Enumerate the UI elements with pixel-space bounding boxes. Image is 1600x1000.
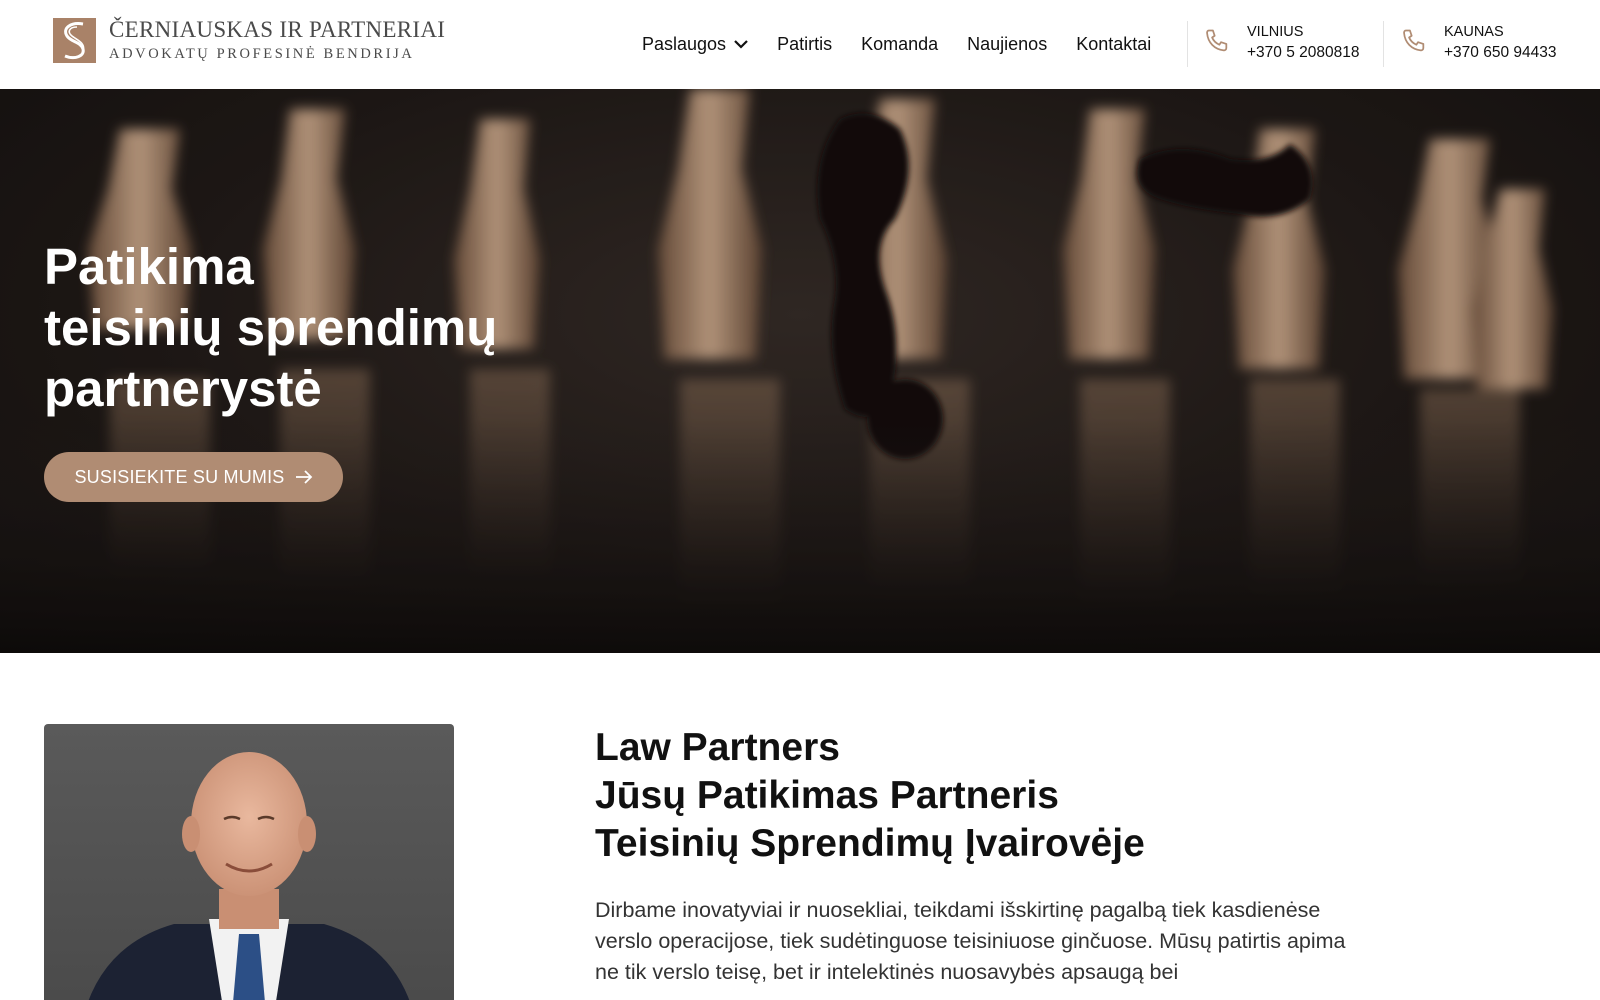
nav-item-label: Kontaktai [1076, 33, 1152, 54]
brand-name: ČERNIAUSKAS IR PARTNERIAI [109, 17, 446, 42]
arrow-right-icon [295, 470, 313, 484]
nav-item-patirtis[interactable]: Patirtis [777, 34, 832, 55]
main-nav: Paslaugos Patirtis Komanda Naujienos Kon… [642, 32, 1151, 56]
site-header: ČERNIAUSKAS IR PARTNERIAI ADVOKATŲ PROFE… [0, 0, 1600, 89]
contact-kaunas[interactable]: KAUNAS +370 650 94433 [1400, 22, 1557, 64]
contact-vilnius[interactable]: VILNIUS +370 5 2080818 [1203, 22, 1360, 64]
about-paragraph: Dirbame inovatyviai ir nuosekliai, teikd… [595, 898, 1346, 984]
chevron-down-icon [734, 39, 748, 49]
nav-item-label: Naujienos [967, 33, 1048, 54]
about-title: Law Partners Jūsų Patikimas Partneris Te… [595, 724, 1145, 868]
nav-item-naujienos[interactable]: Naujienos [967, 34, 1047, 55]
nav-item-komanda[interactable]: Komanda [861, 34, 938, 55]
nav-item-kontaktai[interactable]: Kontaktai [1076, 34, 1151, 55]
about-title-line: Teisinių Sprendimų Įvairovėje [595, 822, 1145, 865]
nav-item-label: Patirtis [777, 33, 833, 54]
header-divider [1383, 21, 1384, 67]
contact-us-button-label: SUSISIEKITE SU MUMIS [74, 466, 285, 487]
nav-item-label: Paslaugos [642, 33, 727, 54]
about-title-line: Jūsų Patikimas Partneris [595, 774, 1059, 817]
hero-title-line: teisinių sprendimų [44, 299, 498, 356]
phone-icon [1400, 27, 1428, 55]
contact-phone-link[interactable]: +370 5 2080818 [1247, 42, 1360, 64]
about-title-line: Law Partners [595, 726, 840, 769]
partner-portrait [44, 724, 454, 1000]
nav-item-label: Komanda [861, 33, 939, 54]
contact-phone-link[interactable]: +370 650 94433 [1444, 42, 1557, 64]
hero-banner: Patikima teisinių sprendimų partnerystė … [0, 89, 1600, 653]
header-divider [1187, 21, 1188, 67]
nav-item-paslaugos[interactable]: Paslaugos [642, 34, 748, 55]
contact-city: VILNIUS [1247, 24, 1304, 40]
hero-title-line: partnerystė [44, 360, 322, 417]
logo-mark-icon [53, 18, 96, 63]
phone-icon [1203, 27, 1231, 55]
contact-us-button[interactable]: SUSISIEKITE SU MUMIS [44, 452, 343, 502]
hero-title-line: Patikima [44, 238, 254, 295]
hero-title: Patikima teisinių sprendimų partnerystė [44, 236, 497, 419]
contact-city: KAUNAS [1444, 24, 1504, 40]
logo[interactable]: ČERNIAUSKAS IR PARTNERIAI ADVOKATŲ PROFE… [53, 17, 445, 64]
brand-subtitle: ADVOKATŲ PROFESINĖ BENDRIJA [109, 46, 415, 62]
